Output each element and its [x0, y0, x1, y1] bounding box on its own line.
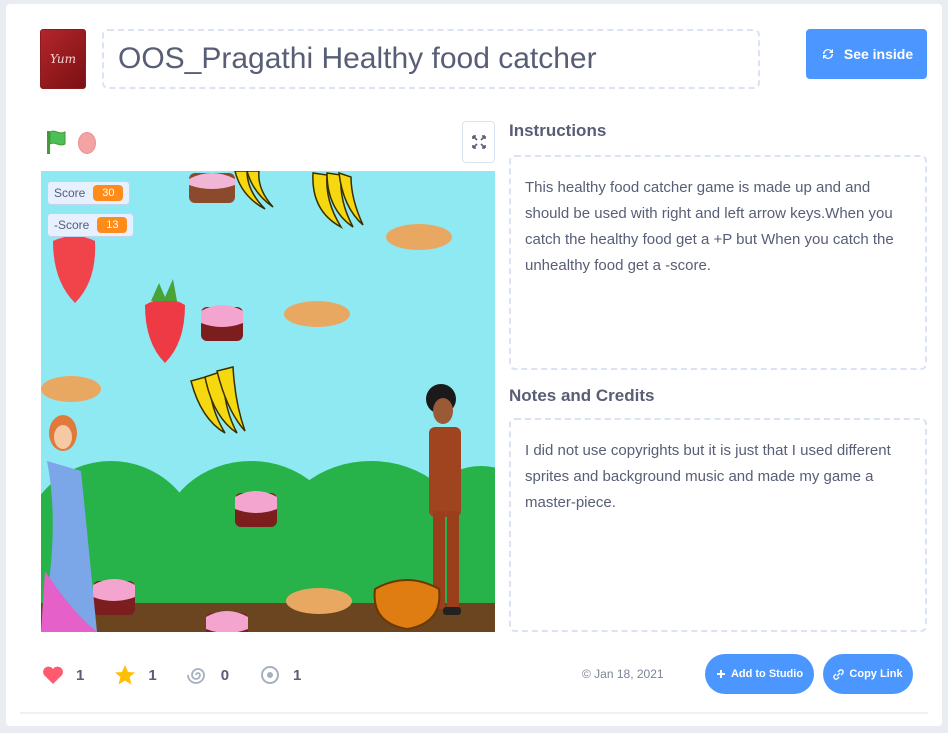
remix-count: 0: [220, 666, 230, 684]
cake-sprite: [235, 491, 277, 527]
love-stat[interactable]: 1: [42, 665, 84, 685]
cake-sprite: [206, 611, 248, 632]
remix-icon: [822, 49, 833, 59]
project-stats: 1 1 0 1: [42, 660, 331, 690]
strawberry-sprite: [53, 236, 96, 303]
add-to-studio-label: Add to Studio: [730, 668, 804, 680]
cake-sprite: [93, 579, 135, 615]
bread-sprite: [284, 301, 350, 327]
game-stage[interactable]: Score 30 -Score 13: [41, 171, 495, 632]
score-value: 30: [93, 185, 124, 201]
heart-icon: [43, 666, 63, 684]
link-icon: [833, 668, 845, 680]
fullscreen-icon: [471, 135, 486, 149]
bread-sprite: [41, 376, 101, 402]
see-inside-button[interactable]: See inside: [806, 29, 927, 79]
footer-divider: [20, 712, 928, 714]
green-flag-icon[interactable]: [45, 129, 67, 155]
negative-score-value: 13: [97, 217, 128, 233]
project-title: OOS_Pragathi Healthy food catcher: [118, 42, 597, 75]
cake-sprite: [189, 173, 235, 203]
favorite-stat[interactable]: 1: [114, 664, 157, 686]
favorite-count: 1: [148, 666, 157, 684]
project-title-field[interactable]: OOS_Pragathi Healthy food catcher: [102, 29, 760, 89]
view-count: 1: [293, 666, 302, 684]
score-label: Score: [54, 186, 86, 200]
stage-scene: [41, 171, 495, 632]
negative-score-monitor: -Score 13: [47, 213, 135, 237]
strawberry-sprite: [145, 279, 185, 363]
cake-sprite: [201, 305, 243, 341]
star-icon: [115, 665, 136, 685]
copy-link-button[interactable]: Copy Link: [823, 654, 913, 694]
view-stat: 1: [259, 664, 301, 686]
bread-sprite: [386, 224, 452, 250]
bread-sprite: [286, 588, 352, 614]
plus-icon: [716, 670, 725, 678]
love-count: 1: [76, 666, 85, 684]
instructions-heading: Instructions: [509, 121, 607, 140]
notes-heading: Notes and Credits: [509, 386, 655, 405]
see-inside-label: See inside: [843, 46, 914, 62]
banana-sprite: [234, 171, 274, 210]
spiral-icon: [186, 668, 205, 684]
fullscreen-button[interactable]: [462, 121, 495, 163]
eye-icon: [261, 666, 280, 684]
instructions-text: This healthy food catcher game is made u…: [525, 179, 894, 274]
share-date: © Jan 18, 2021: [582, 667, 664, 681]
stop-icon[interactable]: [78, 132, 96, 154]
thumbnail-logo-text: Yum: [50, 52, 76, 66]
project-thumbnail: Yum: [40, 29, 86, 89]
instructions-box[interactable]: This healthy food catcher game is made u…: [509, 155, 927, 370]
banana-sprite: [190, 366, 246, 434]
negative-score-label: -Score: [54, 218, 90, 232]
copy-link-label: Copy Link: [849, 668, 903, 680]
notes-text: I did not use copyrights but it is just …: [525, 442, 891, 511]
remix-stat: 0: [186, 664, 230, 686]
add-to-studio-button[interactable]: Add to Studio: [705, 654, 814, 694]
score-monitor: Score 30: [47, 181, 131, 205]
banana-sprite: [312, 171, 364, 229]
notes-box[interactable]: I did not use copyrights but it is just …: [509, 418, 927, 632]
